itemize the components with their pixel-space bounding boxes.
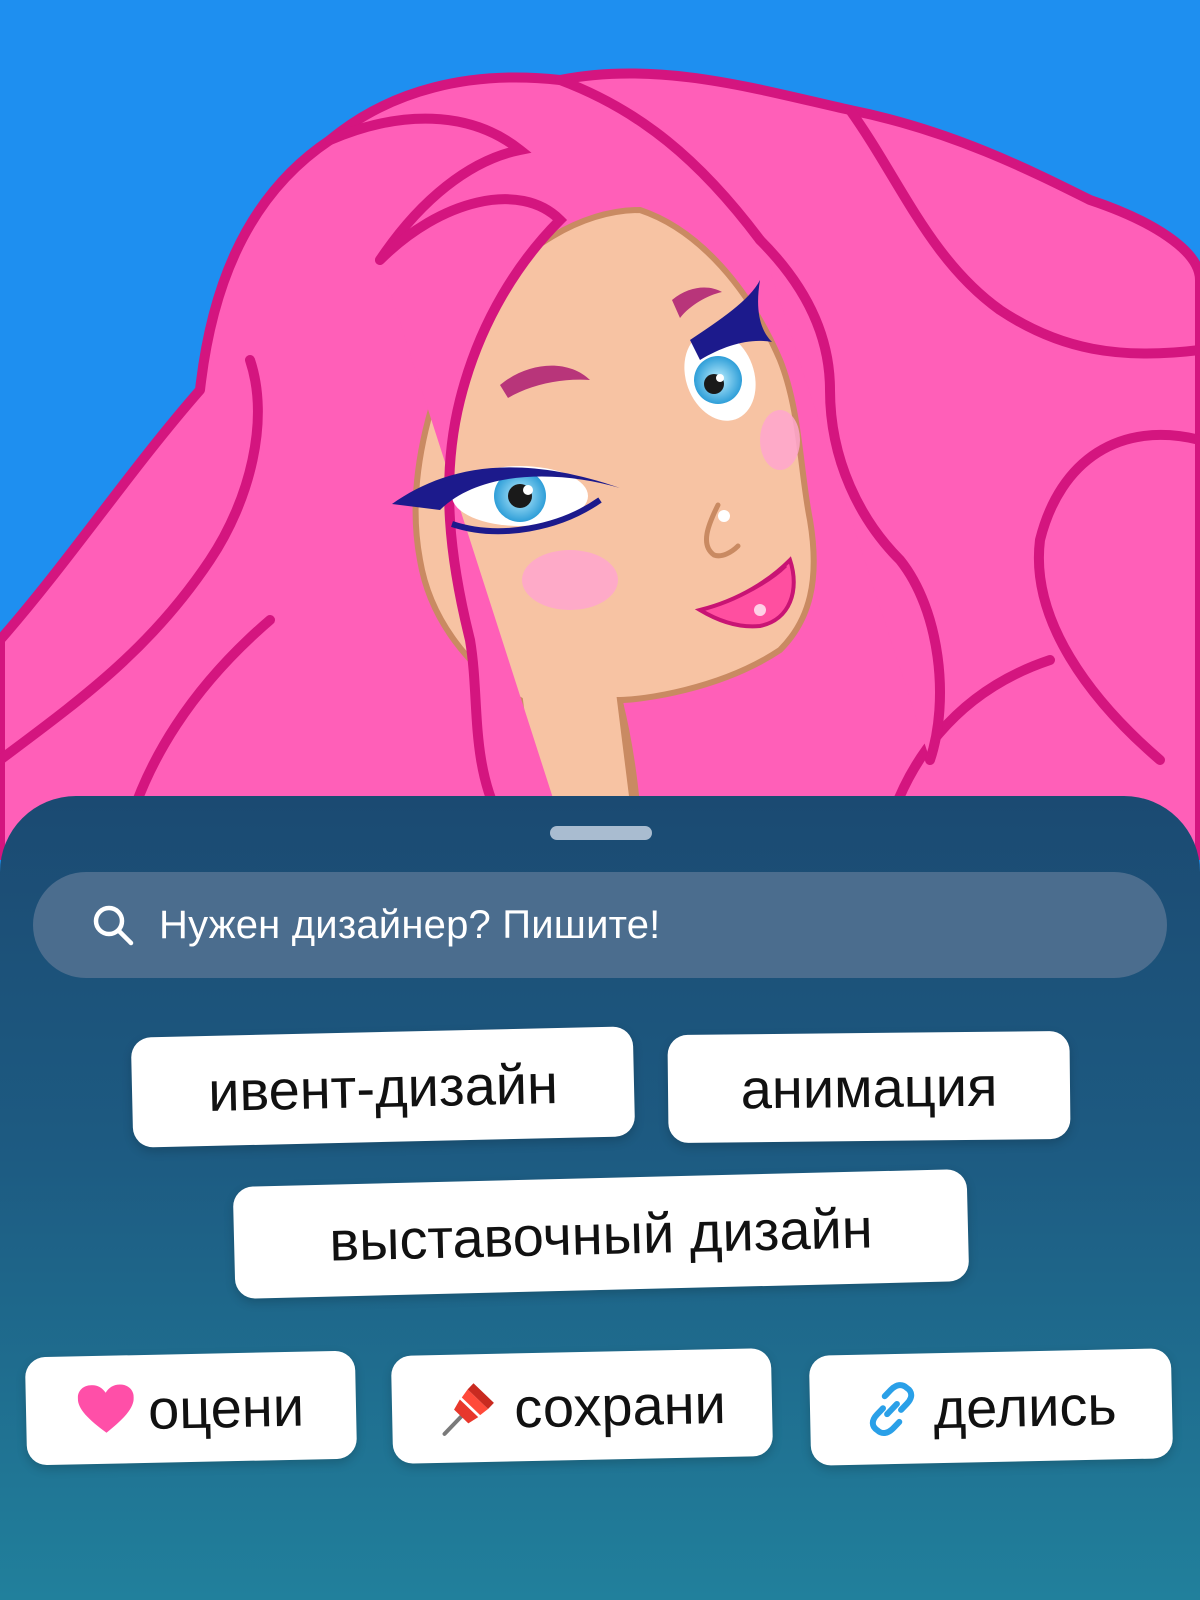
tag-label: выставочный дизайн [328, 1195, 874, 1273]
share-button[interactable]: делись [808, 1348, 1174, 1466]
link-icon [865, 1382, 920, 1437]
save-label: сохрани [513, 1371, 727, 1439]
tag-chip-exhibition-design[interactable]: выставочный дизайн [232, 1169, 970, 1299]
pink-haired-girl-illustration [0, 68, 1200, 860]
tag-label: ивент-дизайн [207, 1051, 559, 1123]
heart-icon [77, 1384, 135, 1435]
search-icon [91, 903, 135, 947]
sheet-drag-handle[interactable] [550, 826, 652, 840]
tag-chip-animation[interactable]: анимация [667, 1030, 1071, 1144]
share-label: делись [932, 1372, 1118, 1440]
search-text: Нужен дизайнер? Пишите! [159, 902, 661, 947]
rate-button[interactable]: оцени [24, 1350, 358, 1466]
pushpin-icon [438, 1377, 501, 1440]
tag-chip-event-design[interactable]: ивент-дизайн [130, 1026, 636, 1148]
illustration-artwork [0, 0, 1200, 860]
save-button[interactable]: сохрани [390, 1348, 774, 1464]
search-bar[interactable]: Нужен дизайнер? Пишите! [33, 872, 1167, 978]
rate-label: оцени [147, 1374, 305, 1441]
tag-label: анимация [740, 1054, 998, 1120]
